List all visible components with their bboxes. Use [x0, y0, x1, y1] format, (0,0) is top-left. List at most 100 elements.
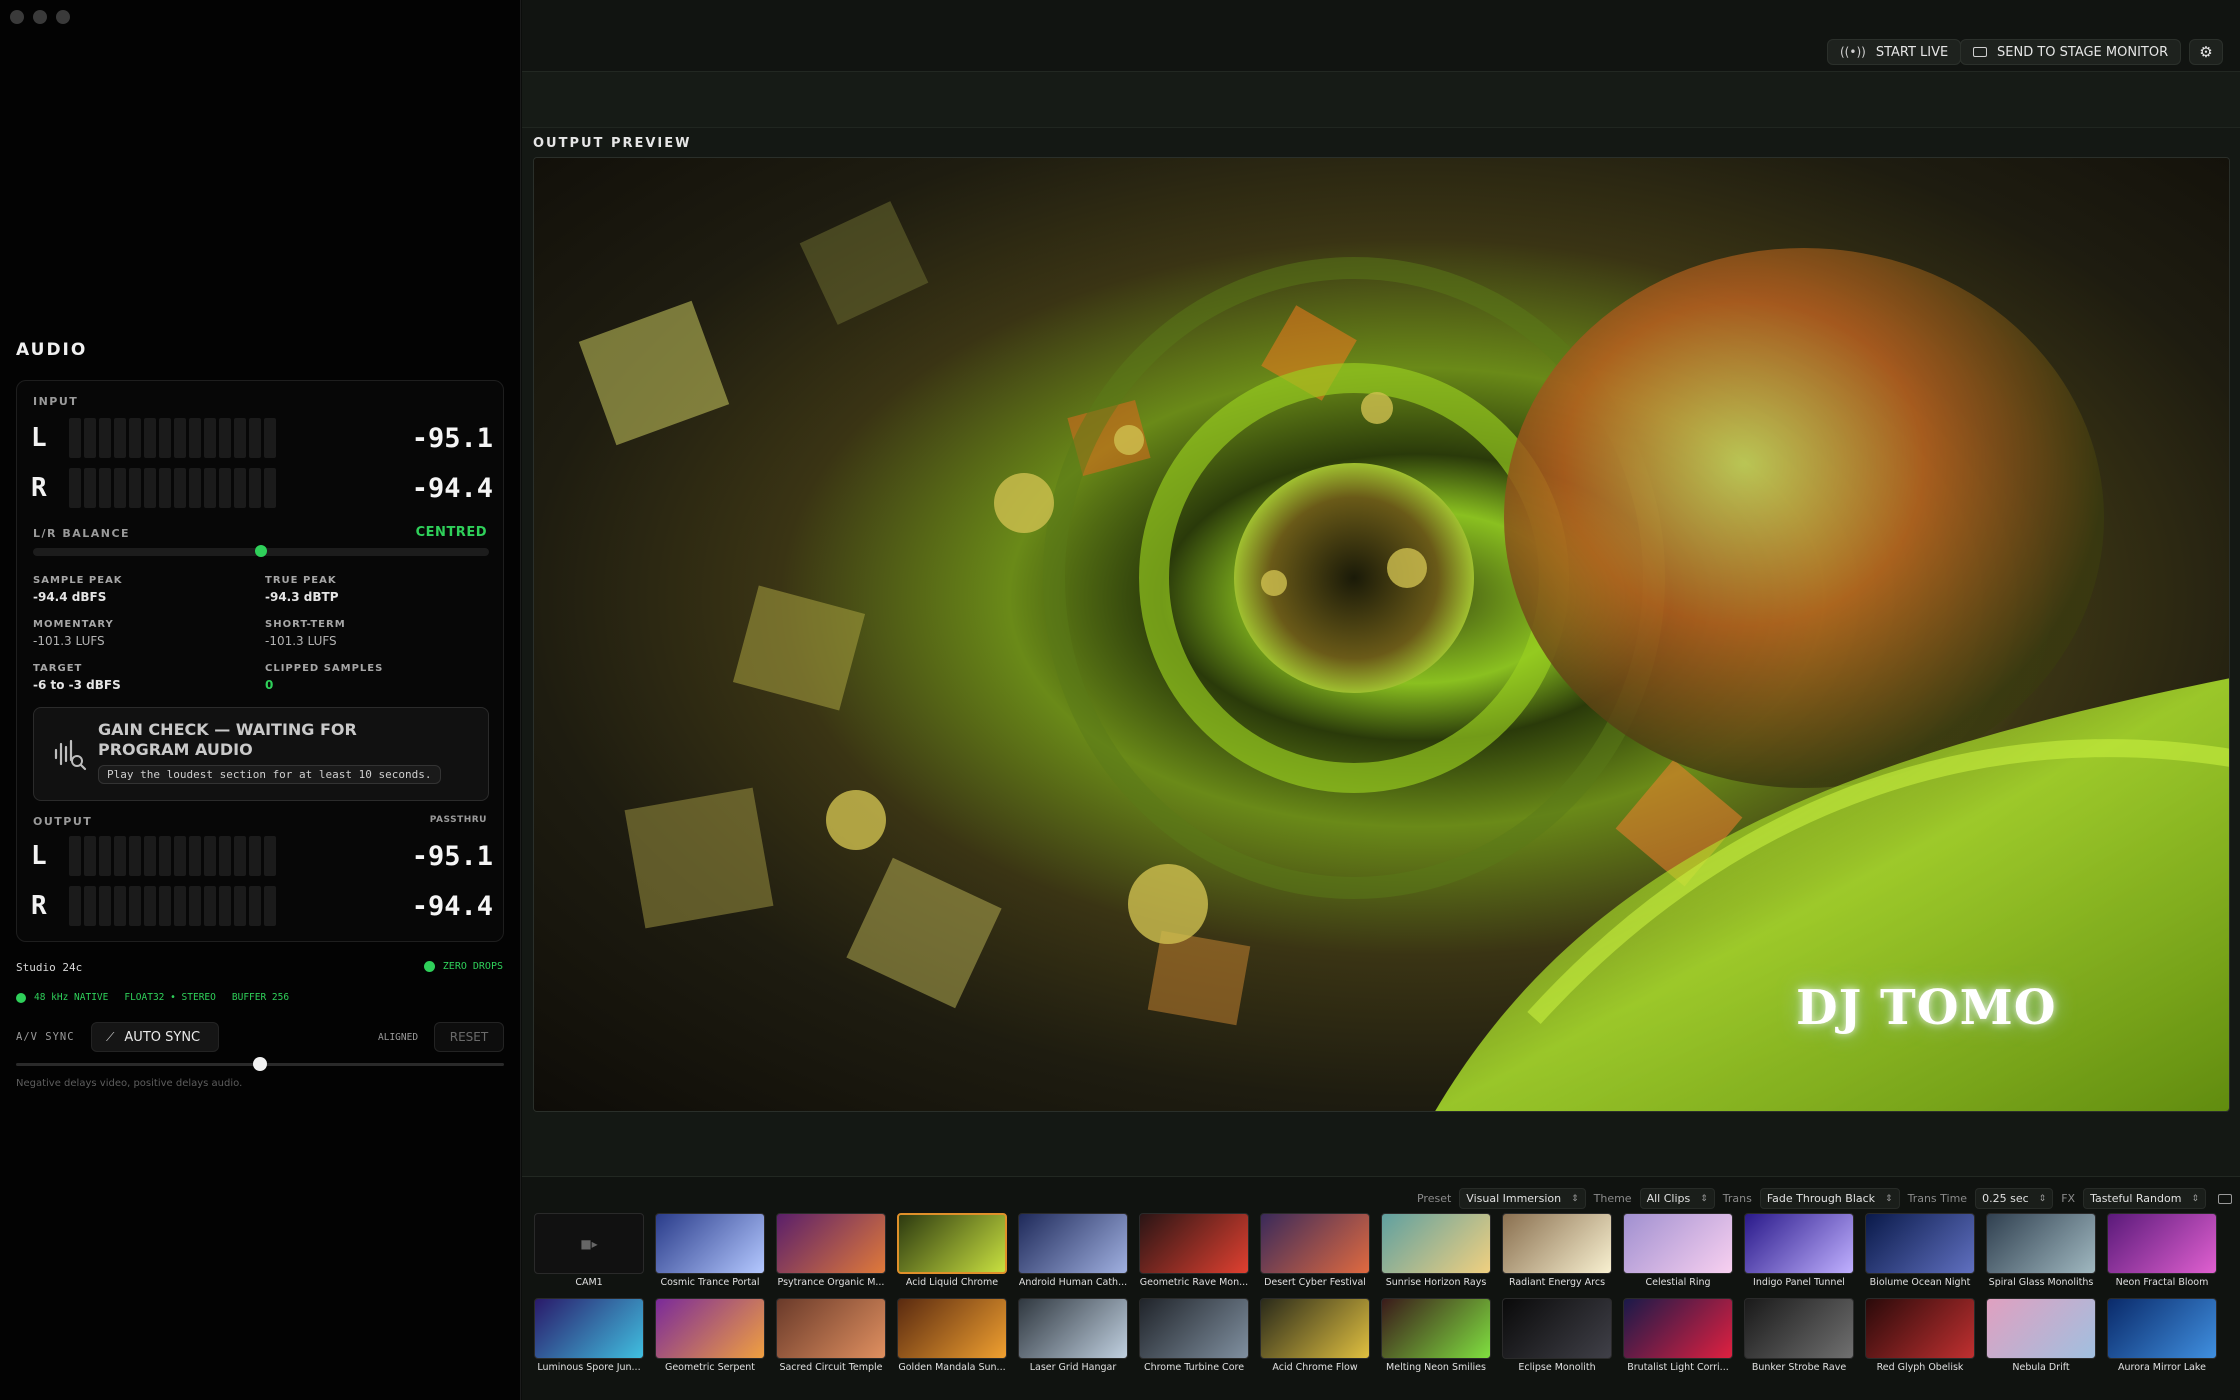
clip-name: Acid Liquid Chrome: [905, 1277, 999, 1288]
clip-thumbnail[interactable]: Celestial Ring: [1623, 1213, 1733, 1292]
preset-value: Visual Immersion: [1466, 1192, 1562, 1205]
av-sync-label: A/V SYNC: [16, 1031, 75, 1043]
clip-thumbnail[interactable]: Brutalist Light Corri...: [1623, 1298, 1733, 1377]
settings-button[interactable]: ⚙: [2189, 39, 2223, 65]
gear-icon: ⚙: [2199, 43, 2213, 61]
format-type: FLOAT32 • STEREO: [124, 992, 216, 1003]
clip-preview-image: [897, 1298, 1007, 1359]
clip-name: Geometric Rave Mon...: [1139, 1277, 1249, 1288]
trans-select[interactable]: Fade Through Black ⇕: [1759, 1188, 1900, 1209]
fx-value: Tasteful Random: [2090, 1192, 2182, 1205]
clip-thumbnail[interactable]: Biolume Ocean Night: [1865, 1213, 1975, 1292]
clip-name: Aurora Mirror Lake: [2118, 1362, 2206, 1373]
auto-sync-button[interactable]: ⟋ AUTO SYNC: [91, 1022, 219, 1052]
audio-panel: AUDIO INPUT L -95.1 R -94.4 L/R BALANCE …: [0, 0, 521, 1400]
format-buffer: BUFFER 256: [231, 992, 290, 1003]
clip-preview-image: [1381, 1213, 1491, 1274]
theme-select[interactable]: All Clips ⇕: [1639, 1188, 1715, 1209]
clip-thumbnail[interactable]: Melting Neon Smilies: [1381, 1298, 1491, 1377]
stat-value: 0: [265, 678, 274, 692]
preset-select[interactable]: Visual Immersion ⇕: [1459, 1188, 1586, 1209]
clip-preview-image: [1502, 1298, 1612, 1359]
drops-status: ZERO DROPS: [442, 961, 503, 972]
clip-preview-image: [655, 1298, 765, 1359]
clip-thumbnail[interactable]: Eclipse Monolith: [1502, 1298, 1612, 1377]
camera-feed-preview: ■▸: [534, 1213, 644, 1274]
clip-thumbnail[interactable]: Aurora Mirror Lake: [2107, 1298, 2217, 1377]
stat-value: -94.3 dBTP: [265, 590, 339, 604]
clip-name: Nebula Drift: [2012, 1362, 2070, 1373]
clip-thumbnail[interactable]: Red Glyph Obelisk: [1865, 1298, 1975, 1377]
trans-time-select[interactable]: 0.25 sec ⇕: [1975, 1188, 2054, 1209]
clip-thumbnail[interactable]: Geometric Rave Mon...: [1139, 1213, 1249, 1292]
short-term-stat: SHORT-TERM -101.3 LUFS: [265, 619, 346, 648]
level-value: -95.1: [411, 840, 493, 872]
folder-icon[interactable]: [2218, 1193, 2232, 1204]
clip-name: Psytrance Organic M...: [777, 1277, 885, 1288]
clip-preview-image: [776, 1213, 886, 1274]
gain-check-box: GAIN CHECK — WAITING FOR PROGRAM AUDIO P…: [33, 707, 489, 801]
sub-toolbar: [522, 72, 2240, 128]
clip-thumbnail[interactable]: Cosmic Trance Portal: [655, 1213, 765, 1292]
stat-label: TRUE PEAK: [265, 575, 337, 586]
clip-preview-image: [897, 1213, 1007, 1274]
clip-thumbnail[interactable]: Psytrance Organic M...: [776, 1213, 886, 1292]
clip-name: Radiant Energy Arcs: [1508, 1277, 1606, 1288]
input-label: INPUT: [33, 395, 79, 408]
clip-name: Golden Mandala Sun...: [898, 1362, 1006, 1373]
balance-slider[interactable]: [33, 545, 489, 557]
clip-thumbnail[interactable]: Golden Mandala Sun...: [897, 1298, 1007, 1377]
clip-controls: Preset Visual Immersion ⇕ Theme All Clips…: [1417, 1188, 2232, 1209]
start-live-button[interactable]: ((•)) START LIVE: [1827, 39, 1962, 65]
clip-thumbnail[interactable]: Sacred Circuit Temple: [776, 1298, 886, 1377]
fx-select[interactable]: Tasteful Random ⇕: [2083, 1188, 2206, 1209]
balance-knob[interactable]: [255, 545, 267, 557]
clip-thumbnail[interactable]: Spiral Glass Monoliths: [1986, 1213, 2096, 1292]
momentary-stat: MOMENTARY -101.3 LUFS: [33, 619, 114, 648]
output-preview-label: OUTPUT PREVIEW: [533, 136, 692, 151]
clip-thumbnail[interactable]: Chrome Turbine Core: [1139, 1298, 1249, 1377]
zoom-window-button[interactable]: [56, 10, 70, 24]
clip-name: Sacred Circuit Temple: [779, 1362, 883, 1373]
clip-thumbnail[interactable]: Android Human Cath...: [1018, 1213, 1128, 1292]
waveform-search-icon: [54, 739, 87, 771]
sync-hint: Negative delays video, positive delays a…: [16, 1078, 243, 1089]
clip-thumbnail[interactable]: Neon Fractal Bloom: [2107, 1213, 2217, 1292]
monitor-icon: [1973, 47, 1987, 57]
stat-value: -94.4 dBFS: [33, 590, 107, 604]
av-sync-knob[interactable]: [253, 1057, 267, 1071]
updown-icon: ⇕: [2191, 1193, 2199, 1204]
clip-thumbnail[interactable]: Bunker Strobe Rave: [1744, 1298, 1854, 1377]
reset-button[interactable]: RESET: [434, 1022, 504, 1052]
send-to-stage-button[interactable]: SEND TO STAGE MONITOR: [1960, 39, 2182, 65]
preview-visual: [534, 158, 2229, 1111]
clip-preview-image: [1139, 1213, 1249, 1274]
close-window-button[interactable]: [10, 10, 24, 24]
clip-thumbnail[interactable]: Radiant Energy Arcs: [1502, 1213, 1612, 1292]
clip-name: Indigo Panel Tunnel: [1753, 1277, 1845, 1288]
sample-peak-stat: SAMPLE PEAK -94.4 dBFS: [33, 575, 123, 604]
broadcast-icon: ((•)): [1840, 45, 1866, 59]
true-peak-stat: TRUE PEAK -94.3 dBTP: [265, 575, 338, 604]
minimize-window-button[interactable]: [33, 10, 47, 24]
clip-thumbnail[interactable]: Nebula Drift: [1986, 1298, 2096, 1377]
updown-icon: ⇕: [2038, 1193, 2047, 1204]
stat-label: TARGET: [33, 663, 83, 674]
clip-preview-image: [1381, 1298, 1491, 1359]
clip-thumbnail[interactable]: Luminous Spore Jun...: [534, 1298, 644, 1377]
channel-label: R: [31, 891, 47, 921]
stat-value: -6 to -3 dBFS: [33, 678, 121, 692]
gain-check-hint: Play the loudest section for at least 10…: [98, 765, 441, 784]
clip-thumbnail[interactable]: Geometric Serpent: [655, 1298, 765, 1377]
clip-thumbnail[interactable]: Laser Grid Hangar: [1018, 1298, 1128, 1377]
clip-thumbnail[interactable]: Indigo Panel Tunnel: [1744, 1213, 1854, 1292]
clip-thumbnail[interactable]: Acid Liquid Chrome: [897, 1213, 1007, 1292]
stat-label: MOMENTARY: [33, 619, 114, 630]
clip-thumbnail[interactable]: Desert Cyber Festival: [1260, 1213, 1370, 1292]
clip-thumbnail[interactable]: Sunrise Horizon Rays: [1381, 1213, 1491, 1292]
clip-thumbnail[interactable]: ■▸ CAM1: [534, 1213, 644, 1292]
av-sync-slider[interactable]: [16, 1057, 504, 1071]
auto-sync-label: AUTO SYNC: [124, 1029, 201, 1045]
clip-thumbnail[interactable]: Acid Chrome Flow: [1260, 1298, 1370, 1377]
clipped-stat: CLIPPED SAMPLES 0: [265, 663, 383, 692]
